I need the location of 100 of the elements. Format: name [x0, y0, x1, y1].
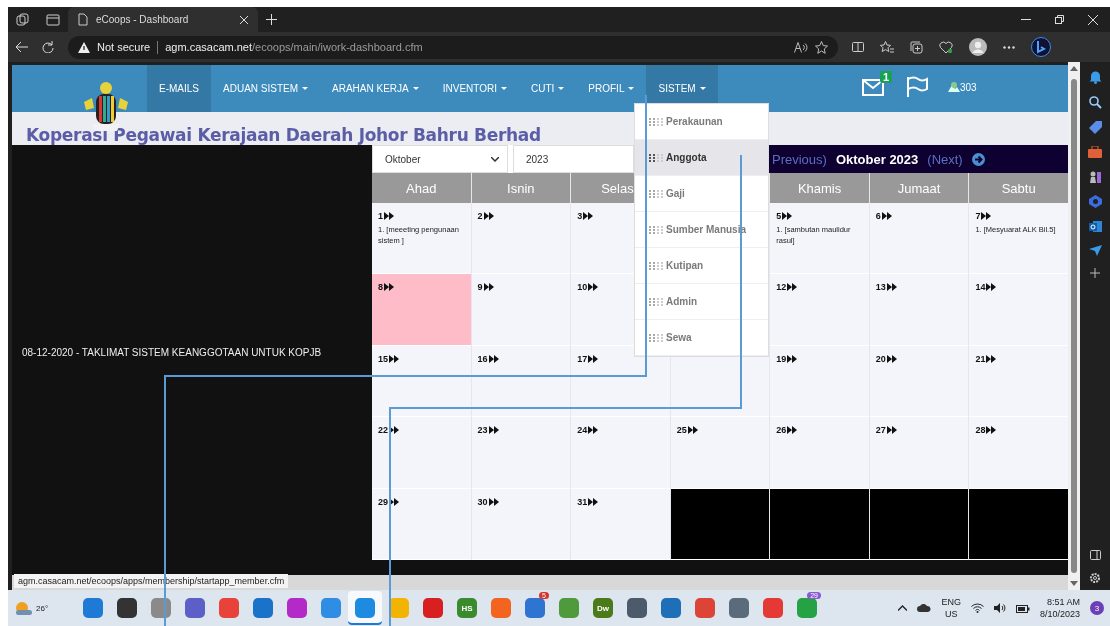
- split-screen-icon[interactable]: [852, 41, 864, 53]
- month-select[interactable]: Oktober: [372, 145, 508, 173]
- day-cell[interactable]: 13: [869, 274, 969, 346]
- day-cell[interactable]: 24: [571, 417, 670, 489]
- day-number: 13: [875, 282, 886, 293]
- day-cell[interactable]: 15: [372, 345, 471, 418]
- nav-menu-item[interactable]: ARAHAN KERJA: [320, 65, 431, 112]
- search-icon[interactable]: [1088, 96, 1102, 109]
- minimize-icon[interactable]: [1021, 18, 1031, 21]
- caret-icon: [412, 87, 419, 90]
- day-cell[interactable]: 25: [670, 417, 770, 489]
- avatar-icon[interactable]: [969, 38, 987, 56]
- chess-icon[interactable]: [1088, 170, 1102, 183]
- day-cell[interactable]: 23: [471, 417, 571, 489]
- new-tab-icon[interactable]: [266, 14, 277, 25]
- toolbox-icon[interactable]: [1088, 146, 1102, 158]
- forward-icon: [588, 283, 599, 292]
- caret-icon: [558, 87, 565, 90]
- weekday-header: Ahad: [372, 173, 471, 203]
- sidebar-icon[interactable]: [1089, 550, 1101, 560]
- heart-pulse-icon[interactable]: [939, 40, 953, 54]
- caret-icon: [699, 87, 706, 90]
- day-cell[interactable]: 21: [969, 345, 1068, 418]
- announcement-text[interactable]: 08-12-2020 - TAKLIMAT SISTEM KEANGGOTAAN UNTUK KOPJB: [22, 347, 322, 358]
- day-cell[interactable]: 22: [372, 417, 471, 489]
- day-cell[interactable]: 30: [471, 488, 571, 560]
- day-cell[interactable]: 31: [571, 488, 670, 560]
- flag-icon[interactable]: [906, 76, 928, 98]
- outlook-icon[interactable]: [1088, 220, 1102, 233]
- security-label: Not secure: [97, 41, 151, 53]
- address-bar[interactable]: Not secure agm.casacam.net/ecoops/main/iwork-dashboard.cfm: [68, 35, 838, 59]
- weather-icon[interactable]: [14, 601, 34, 615]
- language-indicator[interactable]: ENG US: [941, 596, 961, 620]
- read-aloud-icon[interactable]: [794, 41, 808, 53]
- wifi-icon[interactable]: [970, 603, 984, 613]
- close-icon[interactable]: [240, 15, 248, 24]
- tag-icon[interactable]: [1088, 121, 1102, 134]
- forward-icon: [986, 283, 997, 292]
- day-number: 9: [477, 282, 483, 293]
- day-number: 29: [378, 496, 388, 507]
- cloud-icon[interactable]: [917, 604, 932, 612]
- copilot-b-icon[interactable]: [1031, 37, 1051, 57]
- plus-icon[interactable]: [1090, 268, 1100, 278]
- day-cell[interactable]: 27: [869, 417, 969, 489]
- copilot-icon[interactable]: [1088, 195, 1102, 208]
- tab-actions-icon[interactable]: [46, 13, 60, 26]
- send-icon[interactable]: [1088, 245, 1102, 256]
- page-icon: [78, 13, 88, 26]
- close-icon[interactable]: [1088, 14, 1098, 25]
- scroll-up-icon[interactable]: [1070, 66, 1078, 71]
- restore-icon[interactable]: [1055, 15, 1064, 24]
- day-cell[interactable]: 29: [372, 488, 471, 560]
- caret-icon: [302, 87, 309, 90]
- scroll-down-icon[interactable]: [1070, 581, 1078, 586]
- star-icon[interactable]: [815, 40, 828, 54]
- more-icon[interactable]: [1003, 45, 1015, 49]
- day-cell[interactable]: 9: [471, 274, 571, 346]
- day-number: 12: [776, 282, 787, 293]
- weekday-header: Isnin: [471, 173, 571, 203]
- day-cell[interactable]: 2: [471, 203, 571, 275]
- day-number: 28: [975, 425, 986, 436]
- day-cell[interactable]: 20: [869, 345, 969, 418]
- year-field[interactable]: 2023: [513, 145, 634, 173]
- nav-menu-item[interactable]: ADUAN SISTEM: [211, 65, 321, 112]
- forward-icon: [881, 212, 892, 220]
- day-cell[interactable]: 19: [770, 345, 869, 418]
- day-number: 5: [776, 211, 782, 221]
- favorites-icon[interactable]: [880, 40, 894, 54]
- speaker-icon[interactable]: [993, 603, 1006, 613]
- collections-icon[interactable]: [910, 40, 923, 54]
- nav-menu-item[interactable]: E-MAILS: [147, 65, 211, 112]
- day-cell[interactable]: 12: [770, 274, 869, 346]
- day-cell[interactable]: 8: [372, 274, 471, 346]
- chevron-up-icon[interactable]: [898, 605, 908, 611]
- nav-menu-item[interactable]: CUTI: [519, 65, 577, 112]
- browser-tab[interactable]: eCoops - Dashboard: [68, 7, 258, 32]
- workspaces-icon[interactable]: [16, 12, 30, 27]
- settings-icon[interactable]: [1089, 572, 1101, 584]
- clock[interactable]: 8:51 AM 8/10/2023: [1039, 596, 1080, 620]
- bell-icon[interactable]: [1088, 70, 1102, 84]
- day-cell[interactable]: 6: [869, 203, 969, 275]
- nav-menu-item[interactable]: INVENTORI: [430, 65, 519, 112]
- taskbar-app[interactable]: Dw: [586, 591, 620, 625]
- battery-icon[interactable]: [1015, 603, 1030, 613]
- back-icon[interactable]: [16, 42, 28, 52]
- day-cell[interactable]: 16: [471, 345, 571, 418]
- arrow-right-circle-icon[interactable]: [971, 152, 985, 166]
- day-number: 30: [477, 496, 488, 507]
- mail-badge: 1: [879, 71, 892, 83]
- day-cell[interactable]: 28: [969, 417, 1068, 489]
- menu-item[interactable]: Anggota: [635, 140, 768, 176]
- previous-link[interactable]: Previous): [772, 151, 827, 167]
- day-cell[interactable]: 14: [969, 274, 1068, 346]
- day-cell[interactable]: 26: [770, 417, 869, 489]
- forward-icon: [782, 212, 793, 220]
- day-number: 31: [577, 496, 588, 507]
- notification-badge[interactable]: 3: [1090, 601, 1104, 615]
- taskbar-app[interactable]: HS: [450, 591, 484, 625]
- refresh-icon[interactable]: [42, 41, 54, 53]
- next-link[interactable]: (Next): [927, 151, 963, 167]
